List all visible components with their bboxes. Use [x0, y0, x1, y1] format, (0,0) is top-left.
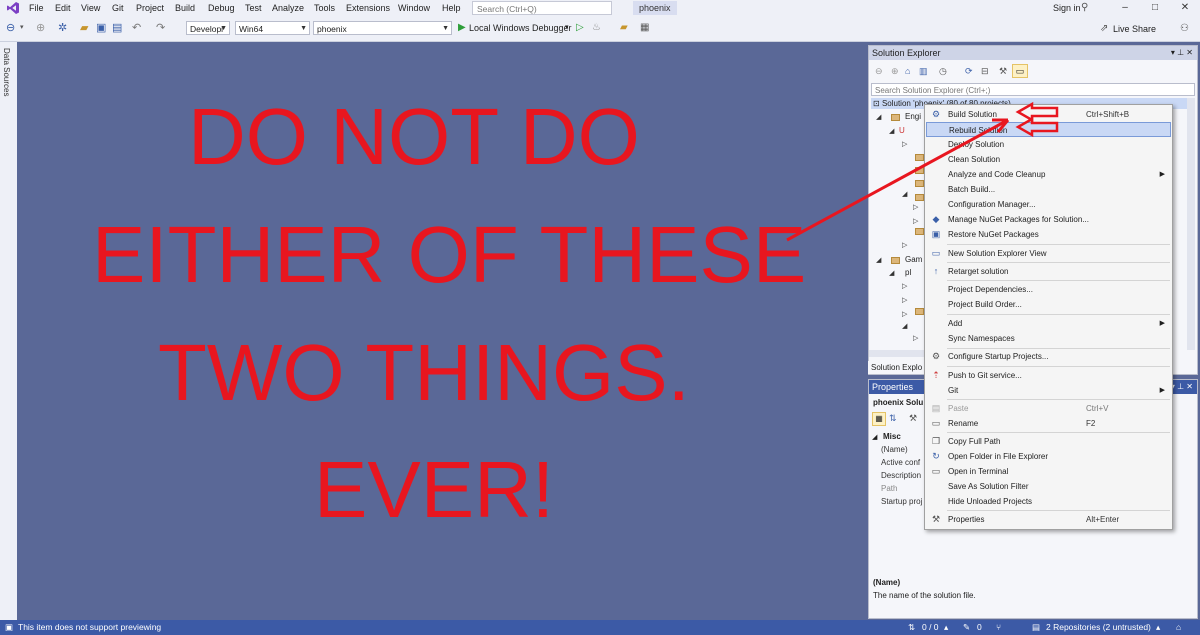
status-message: This item does not support previewing [18, 622, 162, 632]
rebuild-solution-arrow-icon [1015, 116, 1059, 138]
status-bar: ▣ This item does not support previewing … [0, 620, 1200, 635]
repositories-status[interactable]: 2 Repositories (2 untrusted) [1046, 620, 1151, 635]
status-icon: ▣ [5, 622, 14, 632]
pending-edits[interactable]: 0 [977, 620, 982, 635]
annotation-arrow-line [786, 118, 1009, 242]
repo-icon[interactable]: ▤ [1032, 620, 1040, 635]
repo-chevron-icon[interactable]: ▴ [1156, 620, 1160, 635]
notifications-icon[interactable]: ⌂ [1176, 620, 1181, 635]
annotation-arrows [786, 101, 1059, 242]
pencil-icon[interactable]: ✎ [963, 620, 970, 635]
branch-icon[interactable]: ⑂ [996, 620, 1001, 635]
sync-icon[interactable]: ⇅ [908, 620, 915, 635]
sync-count[interactable]: 0 / 0 [922, 620, 939, 635]
build-solution-arrow-icon [1015, 101, 1059, 123]
sync-chevron-icon[interactable]: ▴ [944, 620, 948, 635]
